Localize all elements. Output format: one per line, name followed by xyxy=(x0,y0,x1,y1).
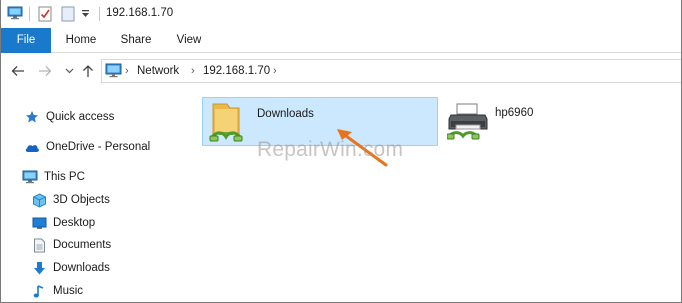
sidebar-item-documents[interactable]: Documents xyxy=(31,235,111,255)
cube-icon xyxy=(31,192,47,208)
sidebar-item-this-pc[interactable]: This PC xyxy=(22,167,85,187)
recent-locations-chevron-icon[interactable] xyxy=(62,64,76,78)
sidebar-item-music[interactable]: Music xyxy=(31,281,83,301)
breadcrumb-chevron-icon[interactable]: › xyxy=(125,65,129,77)
star-icon xyxy=(24,109,40,125)
sidebar-item-label: Documents xyxy=(53,239,112,251)
title-bar: 192.168.1.70 xyxy=(1,0,681,28)
title-separator xyxy=(99,7,100,21)
explorer-window: 192.168.1.70 File Home Share View › Netw… xyxy=(0,0,682,303)
sidebar-item-label: OneDrive - Personal xyxy=(46,141,151,153)
document-icon xyxy=(31,237,47,253)
item-label: hp6960 xyxy=(495,107,534,119)
back-arrow-icon[interactable] xyxy=(11,64,25,78)
breadcrumb-chevron-icon[interactable]: › xyxy=(273,65,277,77)
printer-icon xyxy=(446,103,489,144)
cloud-icon xyxy=(24,139,40,155)
sidebar-item-onedrive[interactable]: OneDrive - Personal xyxy=(24,137,150,157)
up-arrow-icon[interactable] xyxy=(81,64,95,78)
sidebar-item-desktop[interactable]: Desktop xyxy=(31,213,95,233)
sidebar-item-label: This PC xyxy=(44,171,85,183)
forward-arrow-icon[interactable] xyxy=(38,64,52,78)
address-bar[interactable]: › Network › 192.168.1.70 › xyxy=(101,59,681,83)
tab-home[interactable]: Home xyxy=(61,28,101,53)
customize-toolbar-icon[interactable] xyxy=(81,9,90,22)
tab-view[interactable]: View xyxy=(171,28,207,53)
computer-icon[interactable] xyxy=(7,6,23,23)
sidebar-item-3d-objects[interactable]: 3D Objects xyxy=(31,190,110,210)
sidebar-item-label: Music xyxy=(53,285,84,297)
breadcrumb-host[interactable]: 192.168.1.70 xyxy=(203,65,270,77)
sidebar-item-label: Desktop xyxy=(53,217,96,229)
network-computer-icon xyxy=(105,63,122,81)
music-note-icon xyxy=(31,283,47,299)
content-pane: Downloads hp6960 xyxy=(186,89,681,302)
navigation-bar: › Network › 192.168.1.70 › xyxy=(1,53,681,89)
properties-icon[interactable] xyxy=(38,6,52,25)
shared-folder-icon xyxy=(209,101,245,146)
tab-file[interactable]: File xyxy=(1,28,51,53)
navigation-pane: Quick access OneDrive - Personal This PC… xyxy=(1,89,186,302)
sidebar-item-downloads[interactable]: Downloads xyxy=(31,258,110,278)
new-folder-icon[interactable] xyxy=(61,6,75,25)
item-label: Downloads xyxy=(257,108,314,120)
tab-share[interactable]: Share xyxy=(116,28,156,53)
sidebar-item-label: Quick access xyxy=(46,111,115,123)
breadcrumb-chevron-icon[interactable]: › xyxy=(191,65,195,77)
download-arrow-icon xyxy=(31,260,47,276)
ribbon-tabs: File Home Share View xyxy=(1,28,681,53)
desktop-icon xyxy=(31,215,47,231)
sidebar-item-label: 3D Objects xyxy=(53,194,110,206)
computer-icon xyxy=(22,169,38,185)
list-item-printer[interactable]: hp6960 xyxy=(443,97,553,146)
title-separator xyxy=(29,7,30,21)
sidebar-item-label: Downloads xyxy=(53,262,110,274)
sidebar-item-quick-access[interactable]: Quick access xyxy=(24,107,114,127)
watermark: RepairWin.com xyxy=(257,138,404,161)
breadcrumb-network[interactable]: Network xyxy=(137,65,179,77)
window-title: 192.168.1.70 xyxy=(106,7,174,19)
